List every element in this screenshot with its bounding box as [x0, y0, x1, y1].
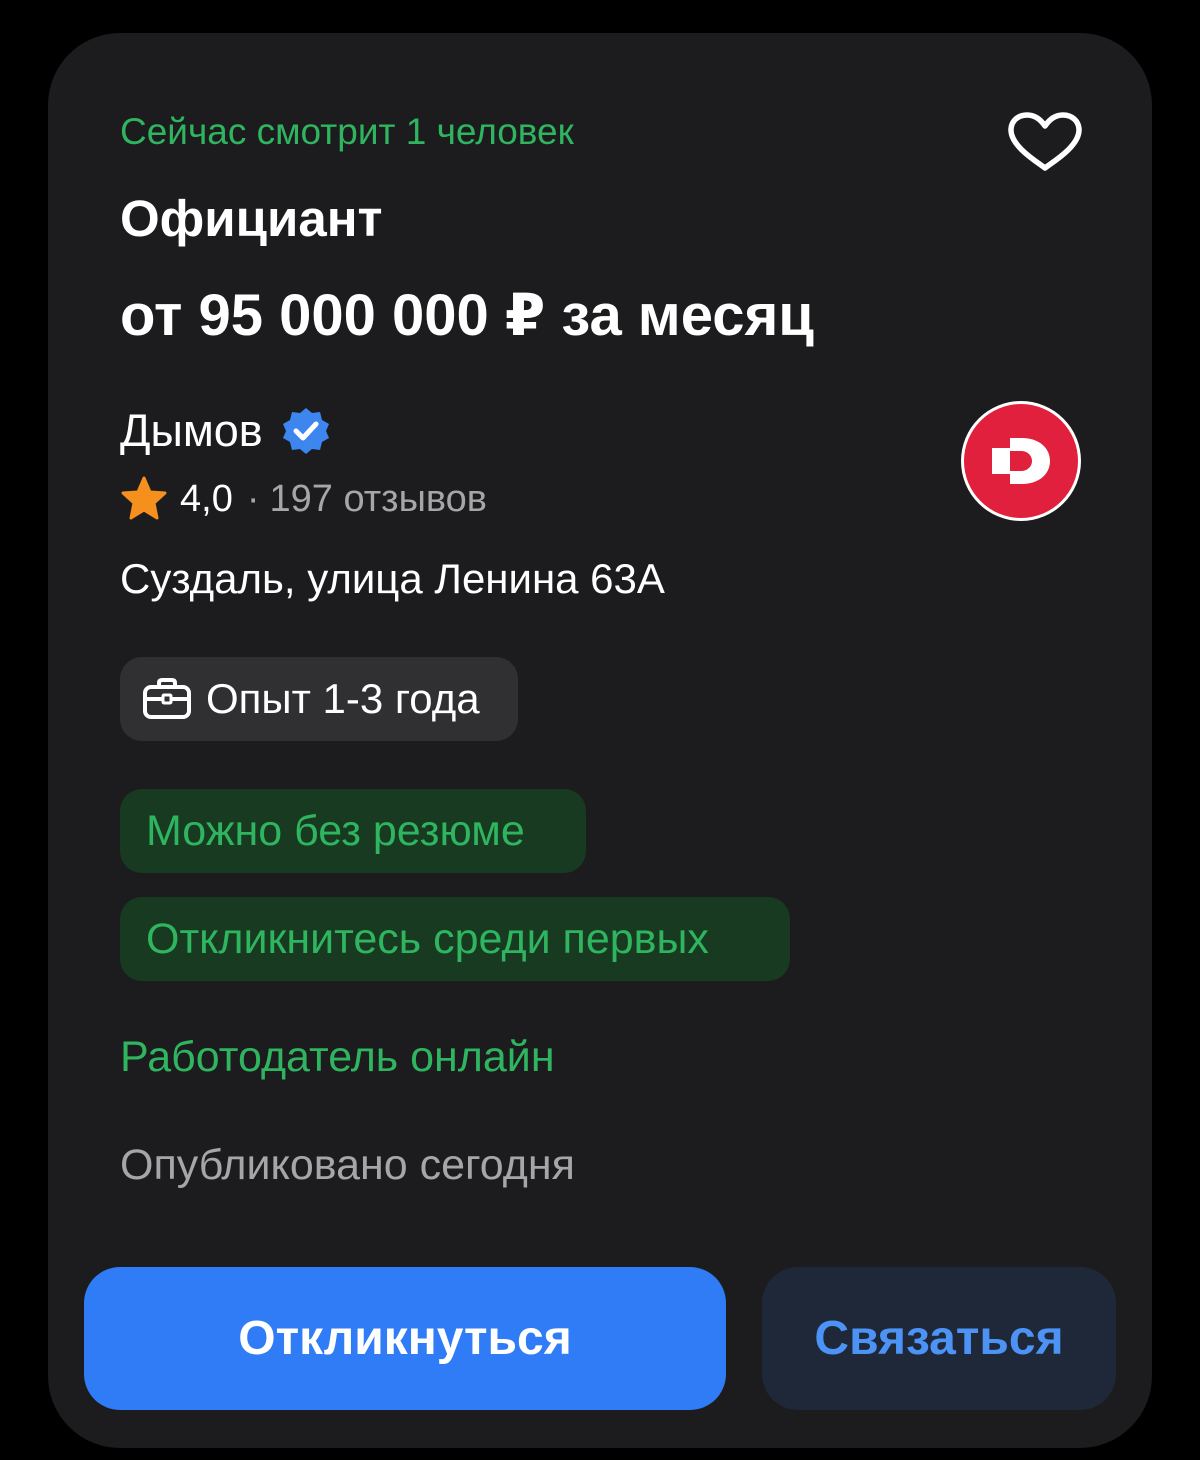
star-icon	[121, 476, 167, 520]
heart-icon	[1008, 112, 1082, 171]
employer-logo[interactable]	[961, 401, 1081, 521]
employer-online-status: Работодатель онлайн	[120, 1033, 555, 1081]
no-resume-tag: Можно без резюме	[120, 789, 586, 873]
reviews-count: 197 отзывов	[269, 477, 487, 520]
no-resume-label: Можно без резюме	[146, 806, 525, 855]
published-date: Опубликовано сегодня	[120, 1141, 575, 1189]
viewers-count: Сейчас смотрит 1 человек	[120, 111, 574, 152]
vacancy-salary: от 95 000 000 ₽ за месяц	[120, 283, 814, 348]
contact-button[interactable]: Связаться	[762, 1267, 1116, 1410]
respond-first-tag: Откликнитесь среди первых	[120, 897, 790, 981]
briefcase-icon	[143, 678, 191, 719]
vacancy-card[interactable]: Сейчас смотрит 1 человек Официант от 95 …	[48, 33, 1152, 1448]
verified-badge-icon	[282, 408, 329, 454]
favorite-button[interactable]	[1006, 111, 1084, 173]
rating-value: 4,0	[180, 477, 233, 520]
respond-first-label: Откликнитесь среди первых	[146, 914, 709, 963]
separator-dot: ·	[246, 477, 260, 520]
employer-name: Дымов	[120, 405, 263, 456]
respond-button[interactable]: Откликнуться	[84, 1267, 726, 1410]
experience-label: Опыт 1-3 года	[206, 675, 480, 722]
rating-row[interactable]: 4,0 · 197 отзывов	[120, 475, 487, 523]
vacancy-title: Официант	[120, 190, 383, 247]
employer-link[interactable]: Дымов	[120, 405, 331, 457]
employer-logo-icon	[964, 404, 1078, 518]
vacancy-address: Суздаль, улица Ленина 63А	[120, 555, 665, 602]
experience-chip: Опыт 1-3 года	[120, 657, 518, 741]
